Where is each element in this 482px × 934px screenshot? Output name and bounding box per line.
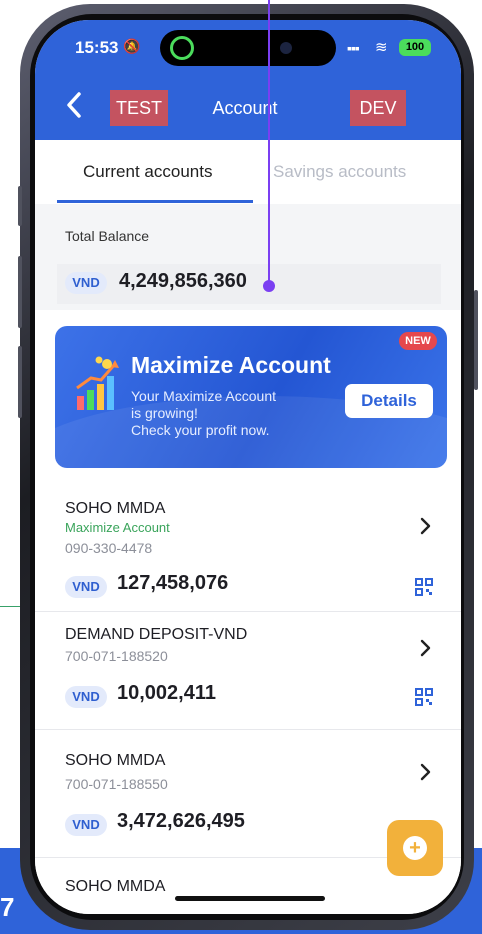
account-name: SOHO MMDA [65,752,166,769]
chevron-right-icon [420,763,431,781]
account-type-label: Maximize Account [65,520,170,535]
banner-text-line: is growing! [131,405,198,421]
chevron-right-icon [420,639,431,657]
total-balance-amount: 4,249,856,360 [119,270,247,292]
currency-badge: VND [65,576,107,598]
plus-icon: + [403,836,427,860]
account-balance: 3,472,626,495 [117,810,245,832]
phone-side-button [18,346,22,418]
currency-badge: VND [65,814,107,836]
app-activity-icon [170,36,194,60]
total-balance-section: Total Balance VND 4,249,856,360 [35,204,461,310]
status-time: 15:53 [75,38,119,57]
annotation-pointer-line [268,0,270,286]
back-chevron-icon [67,92,81,118]
account-number: 700-071-188520 [65,648,168,664]
total-balance-label: Total Balance [65,228,150,244]
account-name: SOHO MMDA [65,500,166,517]
chevron-right-icon [420,517,431,535]
currency-badge: VND [65,686,107,708]
active-tab-indicator [57,200,253,203]
details-button[interactable]: Details [345,384,433,418]
app-header: 15:53 🔕 ▪▪▪ ≋ 100 TEST Account DEV [35,20,461,140]
growth-chart-icon [76,356,119,410]
banner-text-line: Check your profit now. [131,422,270,438]
phone-side-button [18,256,22,328]
bell-muted-icon: 🔕 [123,38,141,54]
account-row[interactable]: DEMAND DEPOSIT-VND 700-071-188520 VND 10… [35,612,461,730]
account-detail-button[interactable] [419,762,433,782]
banner-title: Maximize Account [131,352,331,378]
app-screen: 15:53 🔕 ▪▪▪ ≋ 100 TEST Account DEV Curre… [35,20,461,914]
wifi-icon: ≋ [375,39,388,56]
env-badge-test: TEST [110,90,168,126]
qr-code-icon[interactable] [415,688,433,706]
account-number: 090-330-4478 [65,540,153,556]
account-name: DEMAND DEPOSIT-VND [65,626,248,643]
new-badge: NEW [399,332,437,350]
account-number: 700-071-188550 [65,776,168,792]
add-account-button[interactable]: + [387,820,443,876]
signal-icon: ▪▪▪ [347,40,360,56]
page-title: Account [212,98,278,118]
tab-current-accounts[interactable]: Current accounts [83,162,212,182]
account-tabs: Current accounts Savings accounts [35,140,461,204]
account-detail-button[interactable] [419,516,433,536]
phone-side-button [474,290,478,390]
total-balance-row: VND 4,249,856,360 [57,264,441,304]
account-balance: 127,458,076 [117,572,229,594]
page-digit: 7 [0,892,15,922]
banner-text-line: Your Maximize Account [131,388,276,404]
camera-icon [280,42,292,54]
account-name: SOHO MMDA [65,878,166,895]
tab-savings-accounts[interactable]: Savings accounts [273,162,406,182]
env-badge-dev: DEV [350,90,406,126]
annotation-pointer-dot [263,280,275,292]
battery-icon: 100 [399,39,431,56]
back-button[interactable] [63,90,85,120]
account-detail-button[interactable] [419,638,433,658]
currency-badge: VND [65,272,107,294]
account-row[interactable]: SOHO MMDA Maximize Account 090-330-4478 … [35,486,461,612]
home-indicator[interactable] [175,896,325,901]
dynamic-island [160,30,336,66]
account-balance: 10,002,411 [117,682,216,704]
phone-side-button [18,186,22,226]
qr-code-icon[interactable] [415,578,433,596]
maximize-account-banner[interactable]: NEW Maximize Account Your Maximize Accou… [55,326,447,468]
